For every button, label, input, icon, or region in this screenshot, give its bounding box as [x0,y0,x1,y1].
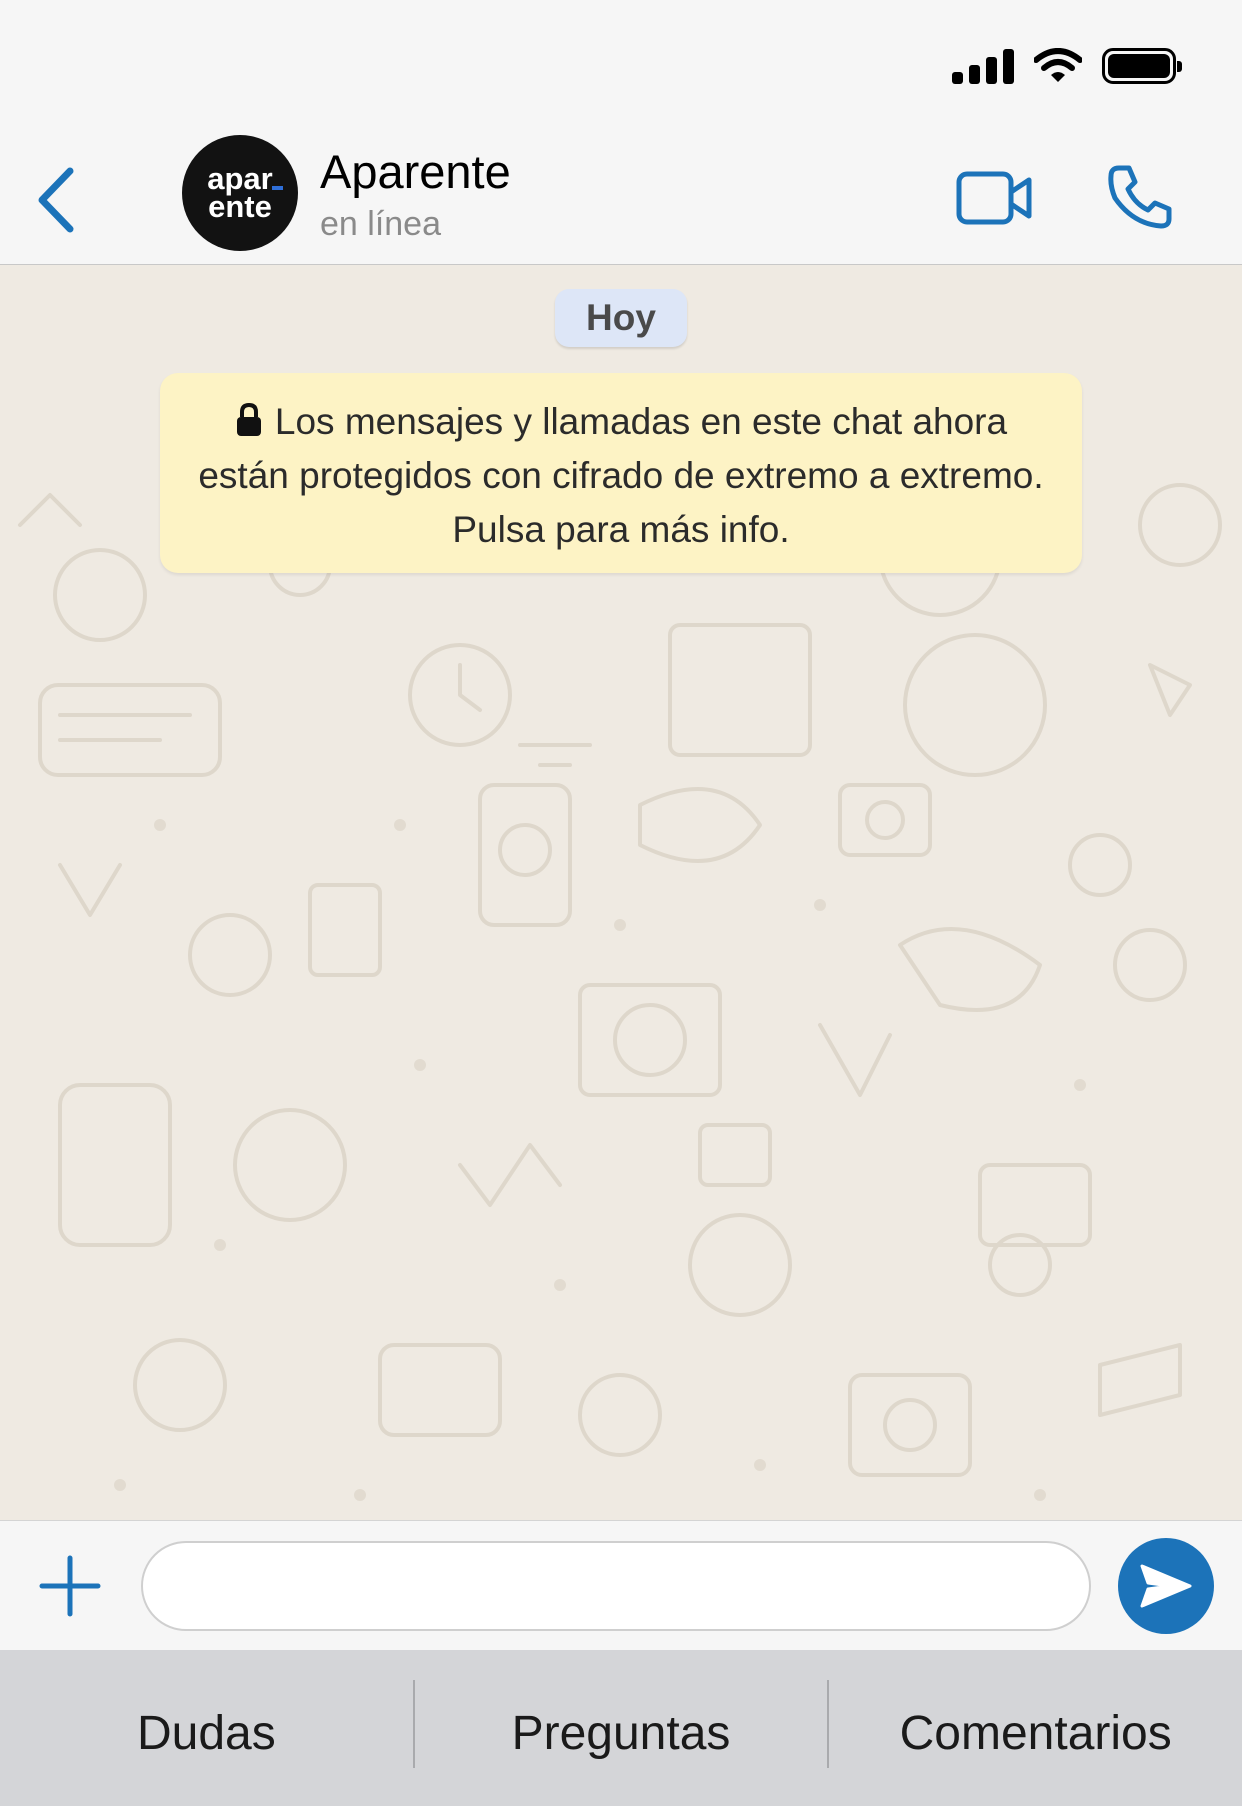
wifi-icon [1034,48,1082,82]
send-icon [1140,1564,1192,1608]
phone-icon [1108,165,1172,229]
status-bar [0,0,1242,130]
avatar-logo-line1: apar [207,161,284,196]
back-button[interactable] [32,165,82,235]
video-call-button[interactable] [955,168,1035,228]
plus-icon [39,1555,101,1617]
chat-header: apar ente Aparente en línea [0,130,1242,265]
encryption-notice[interactable]: Los mensajes y llamadas en este chat aho… [160,373,1082,573]
quick-reply-comentarios[interactable]: Comentarios [829,1650,1242,1806]
contact-status: en línea [320,205,441,243]
message-input[interactable] [141,1541,1091,1631]
video-camera-icon [956,171,1032,225]
encryption-notice-text: Los mensajes y llamadas en este chat aho… [198,401,1044,550]
status-icons [952,48,1182,84]
chevron-left-icon [38,167,74,233]
attach-button[interactable] [38,1554,102,1618]
voice-call-button[interactable] [1105,162,1175,232]
battery-icon [1102,48,1182,84]
signal-icon [952,48,1014,84]
quick-reply-dudas[interactable]: Dudas [0,1650,413,1806]
message-input-bar [0,1520,1242,1650]
quick-replies-bar: Dudas Preguntas Comentarios [0,1650,1242,1806]
date-chip: Hoy [555,289,687,347]
avatar-logo-line2: ente [208,189,272,224]
avatar[interactable]: apar ente [182,135,298,251]
contact-name[interactable]: Aparente [320,144,511,199]
quick-reply-preguntas[interactable]: Preguntas [415,1650,828,1806]
send-button[interactable] [1118,1538,1214,1634]
lock-icon [236,402,261,436]
chat-area[interactable]: Hoy Los mensajes y llamadas en este chat… [0,265,1242,1520]
